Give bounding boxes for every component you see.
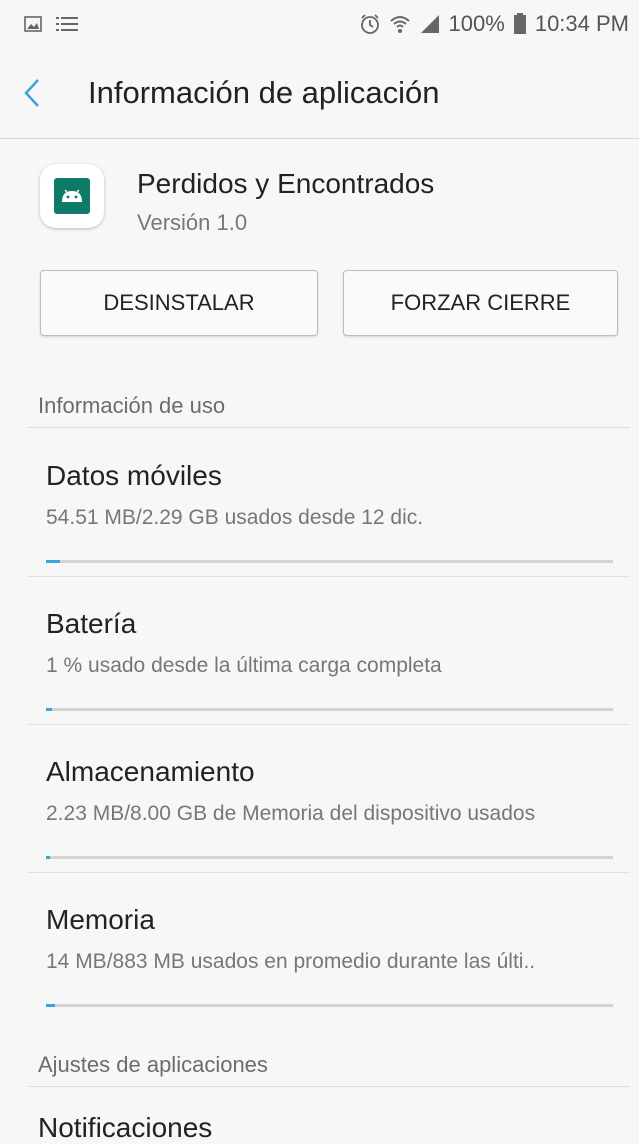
list-item-battery[interactable]: Batería 1 % usado desde la última carga …: [0, 592, 639, 740]
progress-fill: [46, 856, 50, 859]
list-item-notifications[interactable]: Notificaciones: [38, 1112, 212, 1144]
battery-icon: [513, 13, 527, 35]
app-version: Versión 1.0: [137, 210, 248, 235]
usage-progress-bar: [46, 1004, 613, 1007]
status-bar: 100% 10:34 PM: [0, 0, 639, 48]
progress-fill: [46, 560, 60, 563]
usage-progress-bar: [46, 856, 613, 859]
settings-section-divider: [28, 1086, 630, 1087]
divider: [28, 724, 630, 725]
app-bar: Información de aplicación: [0, 48, 639, 139]
alarm-icon: [359, 13, 381, 35]
signal-icon: [419, 13, 441, 35]
usage-progress-bar: [46, 560, 613, 563]
status-left: [0, 15, 78, 33]
item-subtitle: 54.51 MB/2.29 GB usados desde 12 dic.: [46, 506, 424, 529]
android-icon: [54, 178, 90, 214]
battery-percent: 100%: [448, 11, 505, 36]
clock: 10:34 PM: [534, 11, 629, 36]
app-name: Perdidos y Encontrados: [137, 168, 435, 199]
divider: [28, 576, 630, 577]
status-right: 100% 10:34 PM: [359, 11, 639, 37]
item-title: Datos móviles: [46, 460, 222, 491]
item-title: Batería: [46, 608, 137, 639]
usage-section-divider: [28, 427, 630, 428]
app-icon: [40, 164, 104, 228]
list-item-memory[interactable]: Memoria 14 MB/883 MB usados en promedio …: [0, 888, 639, 1036]
item-title: Memoria: [46, 904, 155, 935]
list-item-mobile-data[interactable]: Datos móviles 54.51 MB/2.29 GB usados de…: [0, 444, 639, 592]
item-subtitle: 2.23 MB/8.00 GB de Memoria del dispositi…: [46, 802, 536, 825]
wifi-icon: [389, 13, 411, 35]
progress-fill: [46, 1004, 55, 1007]
list-icon: [56, 15, 78, 33]
app-summary: Perdidos y Encontrados Versión 1.0: [0, 160, 639, 240]
item-subtitle: 1 % usado desde la última carga completa: [46, 654, 442, 677]
usage-section-header: Información de uso: [38, 393, 226, 418]
list-item-storage[interactable]: Almacenamiento 2.23 MB/8.00 GB de Memori…: [0, 740, 639, 888]
usage-progress-bar: [46, 708, 613, 711]
item-title: Almacenamiento: [46, 756, 255, 787]
item-subtitle: 14 MB/883 MB usados en promedio durante …: [46, 950, 536, 973]
settings-section-header: Ajustes de aplicaciones: [38, 1052, 268, 1077]
back-button[interactable]: [22, 63, 82, 123]
progress-fill: [46, 708, 52, 711]
divider: [28, 872, 630, 873]
page-title: Información de aplicación: [88, 75, 440, 110]
chevron-left-icon: [24, 79, 39, 107]
uninstall-button[interactable]: DESINSTALAR: [40, 270, 318, 336]
image-icon: [24, 16, 42, 32]
force-stop-button[interactable]: FORZAR CIERRE: [343, 270, 618, 336]
